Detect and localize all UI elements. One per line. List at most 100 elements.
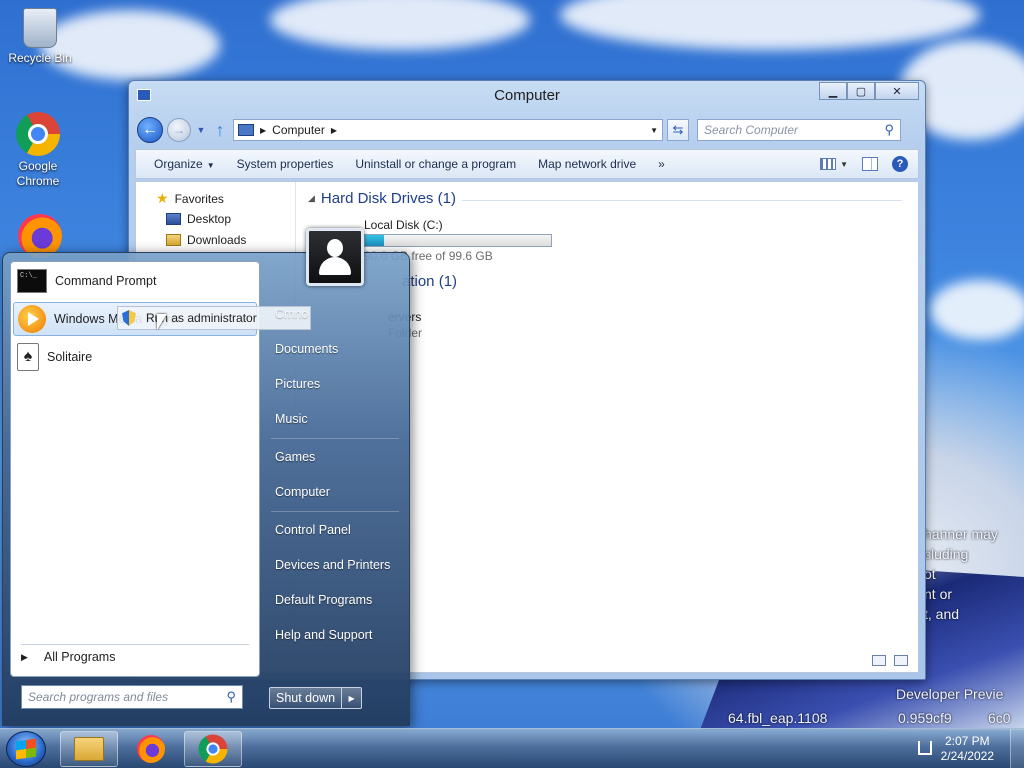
start-link-devices-printers[interactable]: Devices and Printers bbox=[275, 558, 390, 572]
breadcrumb-chevron-icon[interactable]: ▶ bbox=[331, 126, 337, 135]
start-link-help-support[interactable]: Help and Support bbox=[275, 628, 372, 642]
forward-button[interactable]: → bbox=[167, 118, 191, 142]
firefox-icon bbox=[137, 735, 165, 763]
start-link-pictures[interactable]: Pictures bbox=[275, 377, 320, 391]
drive-label[interactable]: Local Disk (C:) bbox=[364, 218, 443, 232]
refresh-button[interactable]: ⇆ bbox=[667, 119, 689, 141]
window-title: Computer bbox=[494, 87, 560, 104]
start-link-computer[interactable]: Computer bbox=[275, 485, 330, 499]
nav-desktop-label: Desktop bbox=[187, 212, 232, 226]
build-watermark: 64.fbl_eap.1108 bbox=[728, 710, 828, 726]
program-command-prompt[interactable]: C:\_ Command Prompt bbox=[13, 264, 257, 298]
start-divider bbox=[21, 644, 249, 645]
all-programs-arrow-icon: ▶ bbox=[21, 651, 28, 662]
view-icon bbox=[820, 158, 837, 170]
file-explorer-icon bbox=[74, 737, 104, 761]
change-view-button[interactable]: ▼ bbox=[820, 158, 848, 170]
shutdown-button[interactable]: Shut down bbox=[269, 687, 343, 709]
map-network-drive-button[interactable]: Map network drive bbox=[530, 157, 650, 171]
collapse-icon[interactable]: ◢ bbox=[308, 193, 315, 204]
start-link-user[interactable]: Cmno bbox=[275, 307, 308, 321]
all-programs-button[interactable]: ▶ All Programs bbox=[21, 650, 115, 664]
explorer-search-input[interactable] bbox=[704, 123, 885, 137]
build-watermark: 0.959cf9 bbox=[898, 710, 952, 726]
taskbar-chrome-button[interactable] bbox=[184, 731, 242, 767]
start-link-control-panel[interactable]: Control Panel bbox=[275, 523, 351, 537]
minimize-button[interactable]: ▁ bbox=[819, 82, 847, 100]
program-label: Solitaire bbox=[47, 350, 93, 364]
search-icon[interactable]: ⚲ bbox=[226, 689, 236, 705]
user-icon-body bbox=[319, 257, 351, 275]
back-button[interactable]: ← bbox=[137, 117, 163, 143]
downloads-folder-icon bbox=[166, 234, 181, 246]
tiles-view-icon[interactable] bbox=[894, 655, 908, 666]
recent-pages-dropdown[interactable]: ▼ bbox=[195, 125, 207, 135]
start-link-games[interactable]: Games bbox=[275, 450, 315, 464]
search-icon[interactable]: ⚲ bbox=[884, 122, 894, 138]
user-icon bbox=[327, 239, 343, 257]
details-view-icon[interactable] bbox=[872, 655, 886, 666]
taskbar-explorer-button[interactable] bbox=[60, 731, 118, 767]
nav-desktop[interactable]: Desktop bbox=[166, 212, 231, 226]
taskbar-firefox-button[interactable] bbox=[122, 731, 180, 767]
show-desktop-button[interactable] bbox=[1010, 729, 1024, 768]
clock-time: 2:07 PM bbox=[944, 734, 990, 748]
up-button[interactable]: ↑ bbox=[211, 120, 229, 141]
start-right-divider bbox=[271, 511, 399, 512]
start-search[interactable]: ⚲ bbox=[21, 685, 243, 709]
organize-button[interactable]: Organize ▼ bbox=[146, 157, 229, 171]
mouse-cursor-icon bbox=[157, 314, 167, 330]
chrome-icon bbox=[198, 734, 228, 764]
breadcrumb-computer[interactable]: Computer bbox=[272, 123, 325, 137]
network-tray-icon[interactable] bbox=[918, 741, 932, 755]
desktop-icon-label: Google Chrome bbox=[16, 159, 60, 188]
program-label: Command Prompt bbox=[55, 274, 157, 288]
drive-usage-fill bbox=[365, 235, 384, 246]
start-link-default-programs[interactable]: Default Programs bbox=[275, 593, 372, 607]
desktop-icon-chrome[interactable]: Google Chrome bbox=[0, 112, 76, 189]
group-network-location[interactable]: ation (1) bbox=[402, 273, 457, 290]
group-title: Hard Disk Drives (1) bbox=[320, 190, 456, 207]
command-bar: Organize ▼ System properties Uninstall or… bbox=[135, 149, 919, 179]
clock-date: 2/24/2022 bbox=[940, 749, 994, 763]
preview-pane-button[interactable] bbox=[862, 157, 878, 171]
address-bar[interactable]: ▶ Computer ▶ ▼ bbox=[233, 119, 663, 141]
start-link-music[interactable]: Music bbox=[275, 412, 308, 426]
wallpaper-cloud bbox=[270, 0, 530, 50]
address-dropdown-icon[interactable]: ▼ bbox=[650, 126, 658, 135]
desktop-folder-icon bbox=[166, 213, 181, 225]
group-title: ation (1) bbox=[402, 273, 458, 290]
uninstall-program-button[interactable]: Uninstall or change a program bbox=[347, 157, 530, 171]
all-programs-label: All Programs bbox=[43, 650, 116, 664]
breadcrumb-chevron-icon[interactable]: ▶ bbox=[260, 126, 266, 135]
status-bar-view-toggles bbox=[872, 655, 908, 666]
user-account-picture[interactable] bbox=[306, 228, 364, 286]
help-icon[interactable]: ? bbox=[892, 156, 908, 172]
explorer-search[interactable]: ⚲ bbox=[697, 119, 901, 141]
start-right-divider bbox=[271, 438, 399, 439]
system-properties-button[interactable]: System properties bbox=[229, 157, 348, 171]
recycle-bin-icon bbox=[23, 8, 57, 48]
start-button[interactable] bbox=[6, 731, 46, 767]
computer-icon bbox=[238, 124, 254, 136]
more-commands-button[interactable]: » bbox=[650, 157, 679, 171]
star-icon: ★ bbox=[156, 190, 169, 206]
group-divider bbox=[462, 200, 902, 201]
desktop-icon-recycle-bin[interactable]: Recycle Bin bbox=[2, 8, 78, 66]
shutdown-options-button[interactable]: ▶ bbox=[342, 687, 363, 709]
uac-shield-icon bbox=[122, 310, 136, 326]
build-watermark: 6c0 bbox=[988, 710, 1011, 726]
nav-favorites[interactable]: ★ Favorites bbox=[156, 190, 224, 207]
shutdown-group: Shut down ▶ bbox=[269, 687, 363, 709]
group-hard-disk-drives[interactable]: ◢ Hard Disk Drives (1) bbox=[308, 190, 902, 207]
taskbar: 2:07 PM 2/24/2022 bbox=[0, 728, 1024, 768]
start-link-documents[interactable]: Documents bbox=[275, 342, 338, 356]
program-solitaire[interactable]: ♠ Solitaire bbox=[13, 340, 257, 374]
start-search-input[interactable] bbox=[28, 690, 227, 704]
close-button[interactable]: ✕ bbox=[875, 82, 919, 100]
build-watermark: Developer Previe bbox=[896, 686, 1004, 702]
desktop-icon-label: Recycle Bin bbox=[8, 51, 72, 65]
nav-downloads[interactable]: Downloads bbox=[166, 233, 246, 247]
maximize-button[interactable]: ▢ bbox=[847, 82, 875, 100]
system-clock[interactable]: 2:07 PM 2/24/2022 bbox=[941, 734, 994, 764]
